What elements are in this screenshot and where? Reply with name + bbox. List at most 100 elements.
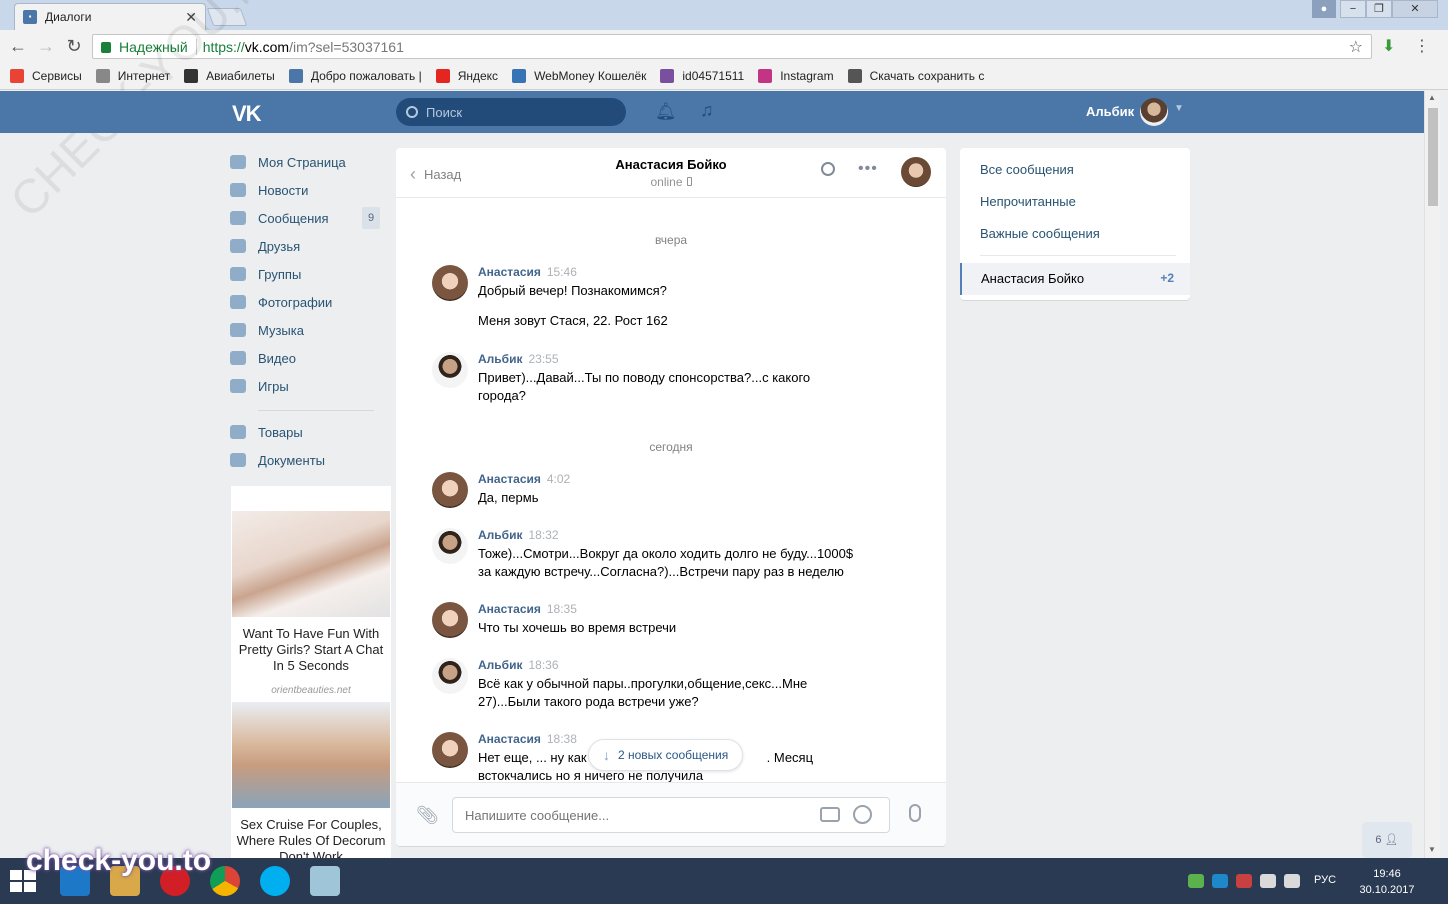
monitor-icon[interactable]	[1260, 874, 1276, 888]
avatar[interactable]	[432, 602, 468, 638]
message-header: Альбик 18:36	[478, 658, 559, 672]
sidebar-item[interactable]: Сообщения 9	[230, 204, 390, 232]
sidebar-item-label: Друзья	[258, 238, 301, 254]
download-extension-icon[interactable]: ⬇	[1382, 36, 1398, 55]
avatar[interactable]	[432, 732, 468, 768]
message-time: 23:55	[528, 352, 559, 366]
message-text-part: . Месяц	[766, 750, 814, 765]
sidebar-item[interactable]: Игры	[230, 372, 390, 400]
filter-unread[interactable]: Непрочитанные	[980, 194, 1076, 209]
bookmark-item[interactable]: Яндекс	[435, 68, 498, 83]
message-author[interactable]: Альбик	[478, 352, 522, 366]
clock[interactable]: 19:46 30.10.2017	[1352, 866, 1422, 898]
scrollbar-thumb[interactable]	[1428, 108, 1438, 206]
sidebar-item[interactable]: Музыка	[230, 316, 390, 344]
network-warning-icon[interactable]	[1236, 874, 1252, 888]
bookmark-star-icon[interactable]: ☆	[1349, 37, 1363, 57]
sidebar-item[interactable]: Видео	[230, 344, 390, 372]
scroll-down-icon[interactable]: ▼	[1428, 845, 1436, 854]
sidebar-item[interactable]: Моя Страница	[230, 148, 390, 176]
windows-start-icon[interactable]	[10, 870, 38, 894]
filter-important[interactable]: Важные сообщения	[980, 226, 1100, 241]
ad-text-1[interactable]: Want To Have Fun With Pretty Girls? Star…	[235, 626, 387, 674]
avatar[interactable]	[432, 472, 468, 508]
message-author[interactable]: Анастасия	[478, 265, 541, 279]
bookmark-item[interactable]: Скачать сохранить с	[847, 68, 985, 83]
ad-domain[interactable]: orientbeauties.net	[231, 685, 391, 696]
reload-icon[interactable]: ↻	[60, 36, 88, 57]
notepad-icon[interactable]	[310, 866, 340, 896]
ad-image-2[interactable]	[232, 702, 390, 808]
sidebar-item[interactable]: Фотографии	[230, 288, 390, 316]
bookmark-item[interactable]: WebMoney Кошелёк	[512, 68, 646, 83]
bookmark-item[interactable]: Авиабилеты	[184, 68, 275, 83]
message-history[interactable]: вчера Анастасия 15:46 Добрый вечер! Позна…	[396, 198, 946, 782]
search-input[interactable]: Поиск	[396, 98, 626, 126]
sidebar-item[interactable]: Новости	[230, 176, 390, 204]
chevron-down-icon[interactable]: ▼	[1174, 103, 1184, 114]
microphone-icon[interactable]	[909, 804, 921, 822]
message-author[interactable]: Анастасия	[478, 602, 541, 616]
explorer-icon[interactable]	[110, 866, 140, 896]
windows-taskbar: РУС 19:46 30.10.2017	[0, 858, 1448, 904]
paperclip-icon[interactable]: 📎︎	[416, 805, 439, 826]
opera-icon[interactable]	[160, 866, 190, 896]
new-messages-button[interactable]: ↓ 2 новых сообщения	[588, 739, 744, 771]
avatar[interactable]	[432, 265, 468, 301]
active-dialog-item[interactable]: Анастасия Бойко +2	[960, 263, 1190, 295]
bookmark-label: Скачать сохранить с	[869, 68, 985, 83]
tray-app-icon[interactable]	[1188, 874, 1204, 888]
scroll-up-icon[interactable]: ▲	[1428, 93, 1436, 102]
ie-icon[interactable]	[60, 866, 90, 896]
online-friends-button[interactable]: 6 👤︎	[1362, 822, 1412, 858]
close-window-button[interactable]: ✕	[1392, 0, 1438, 18]
chrome-icon[interactable]	[210, 866, 240, 896]
vk-logo-icon[interactable]: VK	[232, 101, 262, 127]
sidebar-item[interactable]: Друзья	[230, 232, 390, 260]
message-author[interactable]: Альбик	[478, 528, 522, 542]
back-arrow-icon[interactable]: ←	[4, 36, 32, 57]
message-author[interactable]: Анастасия	[478, 732, 541, 746]
header-user-name[interactable]: Альбик	[1086, 104, 1134, 119]
emoji-icon[interactable]	[853, 805, 872, 824]
header-avatar[interactable]	[1140, 98, 1168, 126]
address-bar[interactable]: Надежный https://vk.com/im?sel=53037161 …	[92, 34, 1372, 59]
new-tab-button[interactable]	[206, 8, 248, 26]
search-icon[interactable]	[821, 162, 835, 176]
volume-icon[interactable]	[1284, 874, 1300, 888]
minimize-button[interactable]: −	[1340, 0, 1366, 18]
bookmark-item[interactable]: id04571511	[660, 68, 744, 83]
skype-icon[interactable]	[260, 866, 290, 896]
maximize-button[interactable]: ❐	[1366, 0, 1392, 18]
avatar[interactable]	[432, 528, 468, 564]
forward-arrow-icon[interactable]: →	[32, 36, 60, 57]
profile-icon[interactable]: ●	[1312, 0, 1336, 18]
camera-icon[interactable]	[820, 807, 840, 822]
avatar[interactable]	[432, 352, 468, 388]
page-scrollbar[interactable]: ▲ ▼	[1424, 91, 1440, 858]
bookmark-item[interactable]: Instagram	[758, 68, 834, 83]
message-author[interactable]: Альбик	[478, 658, 522, 672]
peer-avatar[interactable]	[901, 157, 931, 187]
browser-menu-icon[interactable]: ⋮	[1414, 36, 1430, 56]
ad-image-1[interactable]	[232, 511, 390, 617]
tab-dialogs[interactable]: ▪ Диалоги ✕	[14, 3, 206, 30]
home-icon	[230, 155, 246, 169]
bookmark-item[interactable]: Интернет	[95, 68, 170, 83]
bell-icon[interactable]: 🔔︎	[655, 102, 677, 122]
s-icon	[660, 68, 675, 83]
music-note-icon[interactable]: ♫	[700, 100, 714, 121]
bookmark-item[interactable]: Сервисы	[10, 68, 82, 83]
avatar[interactable]	[432, 658, 468, 694]
sidebar-item[interactable]: Документы	[230, 446, 390, 474]
skype-tray-icon[interactable]	[1212, 874, 1228, 888]
more-icon[interactable]: •••	[858, 160, 878, 178]
bookmark-item[interactable]: Добро пожаловать |	[288, 68, 422, 83]
input-language[interactable]: РУС	[1314, 874, 1336, 886]
sidebar-item[interactable]: Группы	[230, 260, 390, 288]
message-author[interactable]: Анастасия	[478, 472, 541, 486]
unread-badge: 9	[362, 207, 380, 229]
filter-all-messages[interactable]: Все сообщения	[980, 162, 1074, 177]
tab-close-icon[interactable]: ✕	[185, 9, 197, 26]
sidebar-item[interactable]: Товары	[230, 418, 390, 446]
